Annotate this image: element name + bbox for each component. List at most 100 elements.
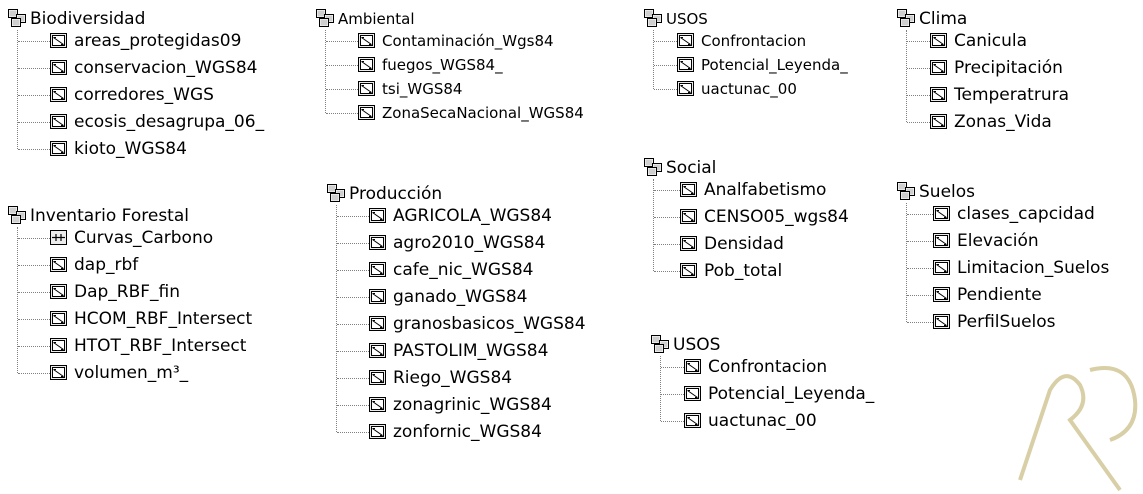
group-layer-icon [897, 182, 916, 201]
polygon-layer-icon [933, 260, 950, 275]
group-title[interactable]: Biodiversidad [30, 8, 145, 30]
tree-branch [661, 421, 684, 422]
tree-connector [17, 30, 18, 149]
layer-name[interactable]: Temperatrura [954, 84, 1069, 106]
tree-branch [337, 378, 369, 379]
layer-name[interactable]: Confrontacion [701, 30, 806, 52]
tree-branch [18, 292, 50, 293]
layer-name[interactable]: HTOT_RBF_Intersect [74, 335, 246, 357]
polygon-layer-icon [930, 87, 947, 102]
layer-name[interactable]: CENSO05_wgs84 [704, 206, 849, 228]
tree-branch [337, 351, 369, 352]
layer-name[interactable]: Potencial_Leyenda_ [701, 54, 848, 76]
polygon-layer-icon [677, 33, 694, 48]
polygon-layer-icon [369, 370, 386, 385]
layer-name[interactable]: Dap_RBF_fin [74, 281, 180, 303]
tree-branch [907, 268, 933, 269]
tree-branch [337, 432, 369, 433]
tree-branch [18, 41, 50, 42]
layer-name[interactable]: agro2010_WGS84 [393, 232, 545, 254]
polygon-layer-icon [933, 287, 950, 302]
polygon-layer-icon [369, 262, 386, 277]
layer-name[interactable]: Curvas_Carbono [74, 227, 213, 249]
layer-name[interactable]: clases_capcidad [957, 203, 1095, 225]
group-title[interactable]: Producción [349, 183, 442, 205]
group-title[interactable]: Clima [919, 8, 967, 30]
polygon-layer-icon [369, 397, 386, 412]
group-title[interactable]: Inventario Forestal [30, 205, 189, 227]
tree-branch [661, 394, 684, 395]
tree-branch [18, 238, 50, 239]
polygon-layer-icon [369, 235, 386, 250]
layer-name[interactable]: Potencial_Leyenda_ [708, 383, 874, 405]
layer-name[interactable]: AGRICOLA_WGS84 [393, 205, 552, 227]
polygon-layer-icon [930, 33, 947, 48]
group-title[interactable]: Social [666, 157, 716, 179]
layer-name[interactable]: zonfornic_WGS84 [393, 421, 542, 443]
tree-branch [326, 41, 358, 42]
tree-branch [654, 65, 677, 66]
layer-name[interactable]: PerfilSuelos [957, 311, 1056, 333]
layer-name[interactable]: Confrontacion [708, 356, 827, 378]
tree-connector [653, 30, 654, 89]
layer-name[interactable]: areas_protegidas09 [74, 30, 241, 52]
layer-name[interactable]: tsi_WGS84 [382, 78, 462, 100]
tree-connector [17, 227, 18, 373]
layer-name[interactable]: Precipitación [954, 57, 1063, 79]
layer-name[interactable]: Elevación [957, 230, 1039, 252]
layer-name[interactable]: granosbasicos_WGS84 [393, 313, 586, 335]
watermark [1018, 366, 1138, 492]
layer-name[interactable]: Analfabetismo [704, 179, 826, 201]
tree-branch [907, 95, 930, 96]
layer-name[interactable]: Pendiente [957, 284, 1042, 306]
layer-name[interactable]: fuegos_WGS84_ [382, 54, 503, 76]
tree-branch [326, 89, 358, 90]
layer-name[interactable]: conservacion_WGS84 [74, 57, 257, 79]
polygon-layer-icon [369, 343, 386, 358]
polygon-layer-icon [680, 236, 697, 251]
layer-name[interactable]: ganado_WGS84 [393, 286, 528, 308]
layer-name[interactable]: uactunac_00 [701, 78, 797, 100]
group-layer-icon [8, 9, 27, 28]
layer-name[interactable]: cafe_nic_WGS84 [393, 259, 533, 281]
tree-branch [907, 68, 930, 69]
layer-name[interactable]: zonagrinic_WGS84 [393, 394, 552, 416]
group-title[interactable]: USOS [673, 334, 720, 356]
polygon-layer-icon [369, 289, 386, 304]
layer-name[interactable]: PASTOLIM_WGS84 [393, 340, 548, 362]
tree-connector [906, 203, 907, 322]
layer-name[interactable]: HCOM_RBF_Intersect [74, 308, 252, 330]
polygon-layer-icon [50, 33, 67, 48]
layer-name[interactable]: Canicula [954, 30, 1027, 52]
layer-name[interactable]: ZonaSecaNacional_WGS84 [382, 102, 584, 124]
layer-name[interactable]: Riego_WGS84 [393, 367, 512, 389]
layer-name[interactable]: Zonas_Vida [954, 111, 1052, 133]
tree-branch [654, 217, 680, 218]
tree-branch [18, 346, 50, 347]
tree-branch [337, 243, 369, 244]
layer-name[interactable]: Contaminación_Wgs84 [382, 30, 554, 52]
layer-name[interactable]: uactunac_00 [708, 410, 817, 432]
layer-name[interactable]: corredores_WGS [74, 84, 214, 106]
group-title[interactable]: Ambiental [338, 8, 415, 30]
polygon-layer-icon [50, 338, 67, 353]
polygon-layer-icon [933, 206, 950, 221]
tree-connector [906, 30, 907, 122]
polygon-layer-icon [933, 233, 950, 248]
layer-name[interactable]: dap_rbf [74, 254, 138, 276]
layer-name[interactable]: ecosis_desagrupa_06_ [74, 111, 264, 133]
layer-name[interactable]: kioto_WGS84 [74, 138, 187, 160]
layer-name[interactable]: Limitacion_Suelos [957, 257, 1109, 279]
group-layer-icon [651, 335, 670, 354]
layer-name[interactable]: Pob_total [704, 260, 782, 282]
layer-name[interactable]: volumen_m³_ [74, 362, 188, 384]
polygon-layer-icon [680, 182, 697, 197]
polygon-layer-icon [930, 60, 947, 75]
tree-branch [18, 373, 50, 374]
polygon-layer-icon [50, 311, 67, 326]
group-title[interactable]: USOS [666, 8, 708, 30]
group-title[interactable]: Suelos [919, 181, 975, 203]
polygon-layer-icon [50, 87, 67, 102]
tree-branch [907, 214, 933, 215]
layer-name[interactable]: Densidad [704, 233, 784, 255]
